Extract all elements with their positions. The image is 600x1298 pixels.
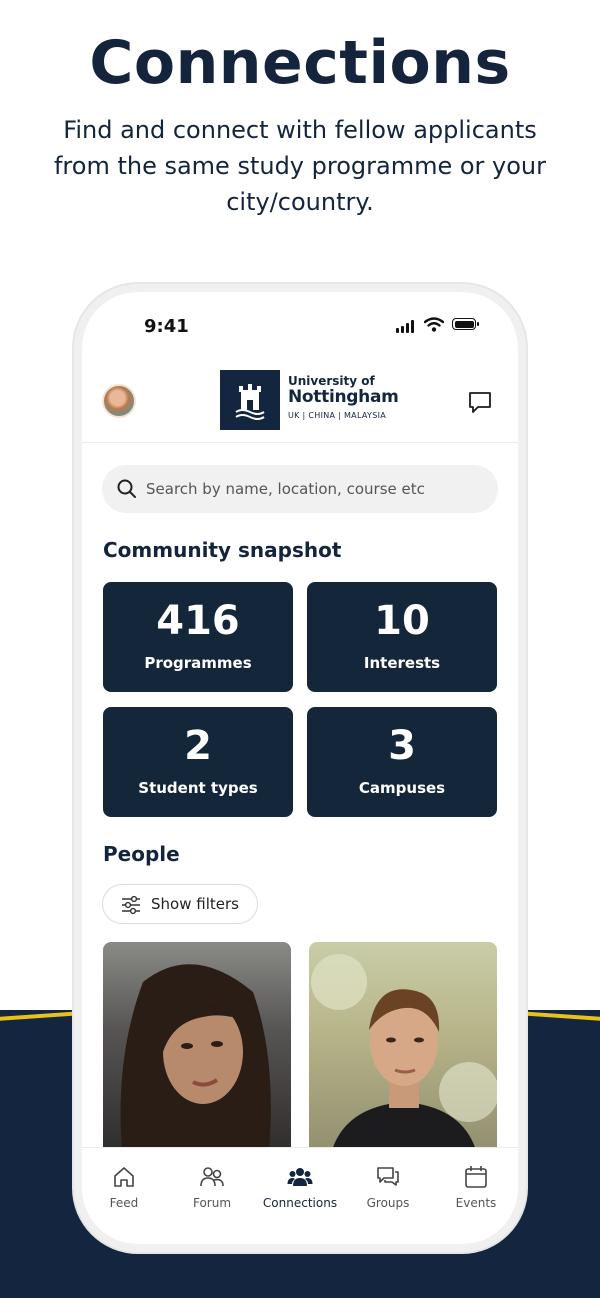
stat-value: 3 — [388, 723, 416, 769]
sliders-icon — [122, 895, 140, 915]
tab-events[interactable]: Events — [436, 1164, 516, 1210]
wordmark-line-1: University of — [288, 374, 375, 388]
university-crest-logo — [220, 370, 280, 430]
tab-events-label: Events — [455, 1196, 497, 1210]
search-icon — [117, 479, 136, 498]
stat-label: Programmes — [144, 654, 252, 672]
person-card[interactable] — [103, 942, 291, 1162]
stat-card-programmes[interactable]: 416 Programmes — [103, 582, 293, 692]
phone-screen: 9:41 University of Nottingham UK | CHINA… — [82, 292, 518, 1244]
wifi-icon — [424, 317, 444, 332]
battery-icon — [452, 318, 479, 330]
stat-value: 416 — [156, 598, 240, 644]
calendar-icon — [465, 1166, 487, 1188]
status-bar: 9:41 — [82, 292, 518, 352]
people-icon — [200, 1167, 224, 1187]
stat-label: Campuses — [358, 779, 446, 797]
people-title: People — [103, 842, 180, 866]
tab-forum-label: Forum — [192, 1196, 232, 1210]
stat-label: Interests — [363, 654, 441, 672]
stat-label: Student types — [138, 779, 258, 797]
wordmark-line-3: UK | CHINA | MALAYSIA — [288, 411, 387, 420]
community-snapshot-title: Community snapshot — [103, 538, 342, 562]
tab-connections[interactable]: Connections — [260, 1164, 340, 1210]
group-icon — [287, 1168, 313, 1186]
person-photo — [311, 954, 497, 1162]
tab-feed-label: Feed — [109, 1196, 139, 1210]
show-filters-label: Show filters — [151, 895, 239, 913]
university-wordmark: University of Nottingham UK | CHINA | MA… — [288, 374, 399, 422]
bottom-tab-bar: Feed Forum Connections Groups Events — [82, 1147, 518, 1244]
search-placeholder: Search by name, location, course etc — [146, 480, 425, 498]
app-header: University of Nottingham UK | CHINA | MA… — [82, 362, 518, 443]
signal-icon — [396, 319, 414, 333]
home-icon — [114, 1167, 134, 1187]
person-card[interactable] — [309, 942, 497, 1162]
chat-bubbles-icon — [377, 1167, 399, 1186]
person-photo — [120, 964, 271, 1162]
stat-value: 2 — [184, 723, 212, 769]
show-filters-button[interactable]: Show filters — [102, 884, 258, 924]
promo-subtitle: Find and connect with fellow applicants … — [53, 116, 547, 216]
messages-icon[interactable] — [466, 388, 494, 416]
tab-groups-label: Groups — [366, 1196, 410, 1210]
stat-value: 10 — [374, 598, 430, 644]
tab-connections-label: Connections — [262, 1196, 338, 1210]
search-input[interactable]: Search by name, location, course etc — [102, 465, 498, 513]
tab-groups[interactable]: Groups — [348, 1164, 428, 1210]
tab-forum[interactable]: Forum — [172, 1164, 252, 1210]
stat-card-student-types[interactable]: 2 Student types — [103, 707, 293, 817]
wordmark-line-2: Nottingham — [288, 387, 399, 407]
stat-card-campuses[interactable]: 3 Campuses — [307, 707, 497, 817]
tab-feed[interactable]: Feed — [84, 1164, 164, 1210]
stat-card-interests[interactable]: 10 Interests — [307, 582, 497, 692]
profile-avatar[interactable] — [102, 384, 136, 418]
promo-title: Connections — [89, 28, 511, 98]
status-time: 9:41 — [144, 316, 189, 337]
